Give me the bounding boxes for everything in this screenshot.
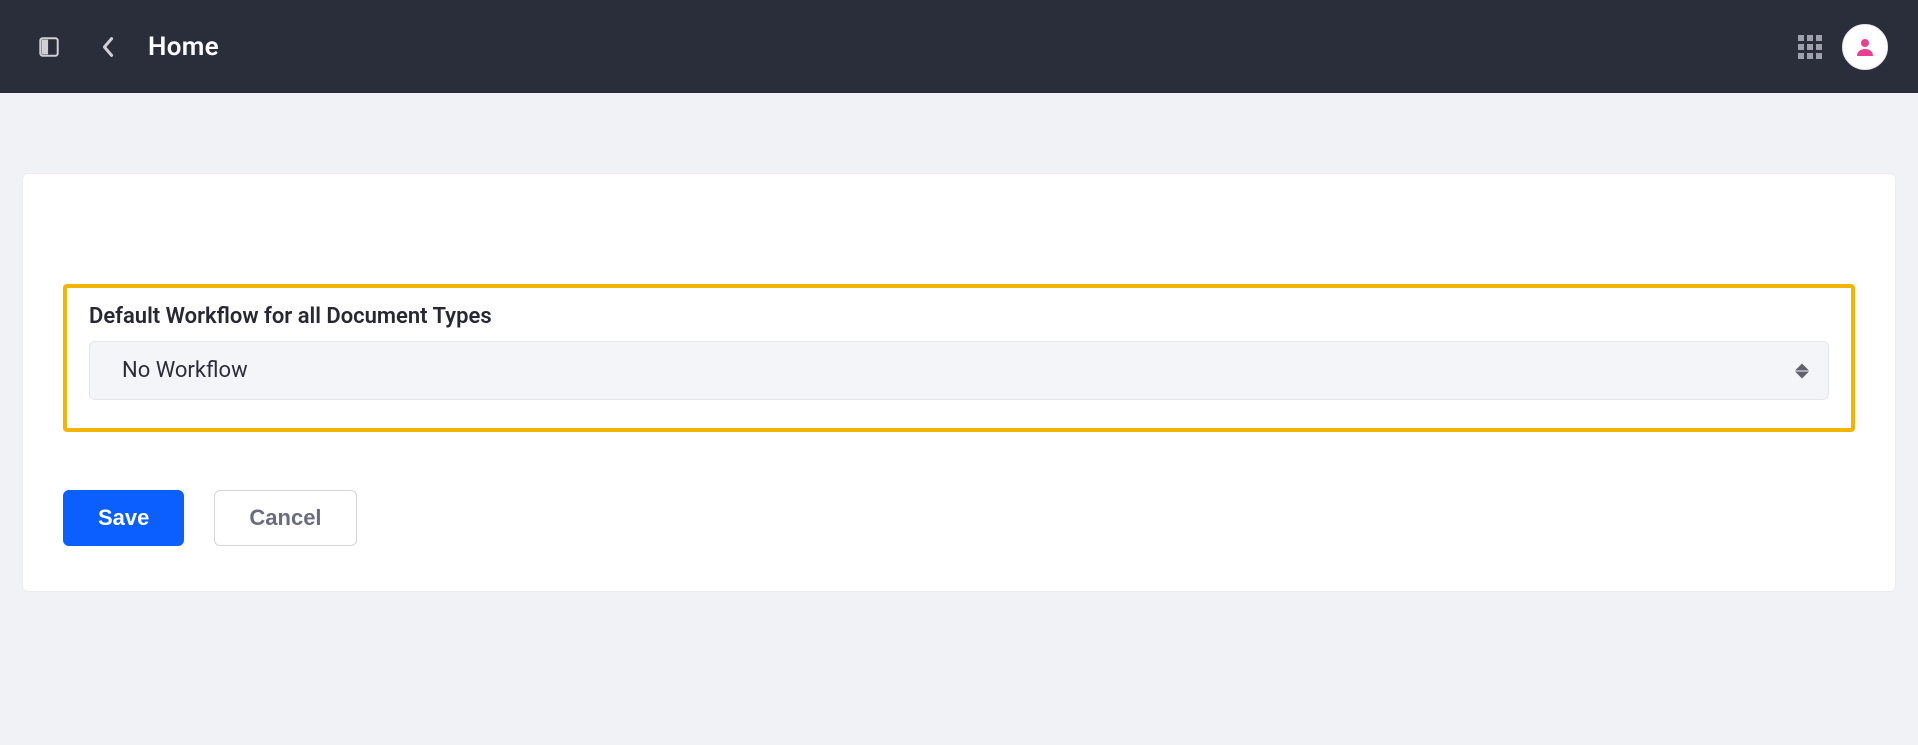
header-right — [1798, 24, 1888, 70]
user-avatar[interactable] — [1842, 24, 1888, 70]
apps-grid-icon[interactable] — [1798, 35, 1822, 59]
page-title: Home — [148, 32, 219, 62]
panel-toggle-icon[interactable] — [38, 36, 60, 58]
header-left: Home — [38, 32, 219, 62]
form-actions: Save Cancel — [63, 490, 1855, 546]
user-icon — [1853, 35, 1877, 59]
workflow-label: Default Workflow for all Document Types — [89, 304, 1829, 329]
workflow-select[interactable]: No Workflow — [89, 341, 1829, 400]
back-icon[interactable] — [100, 34, 116, 60]
workflow-select-wrap: No Workflow — [89, 341, 1829, 400]
app-header: Home — [0, 0, 1918, 93]
settings-card: Default Workflow for all Document Types … — [22, 173, 1896, 592]
workflow-highlight-box: Default Workflow for all Document Types … — [63, 284, 1855, 432]
cancel-button[interactable]: Cancel — [214, 490, 356, 546]
save-button[interactable]: Save — [63, 490, 184, 546]
main-content: Default Workflow for all Document Types … — [0, 93, 1918, 612]
